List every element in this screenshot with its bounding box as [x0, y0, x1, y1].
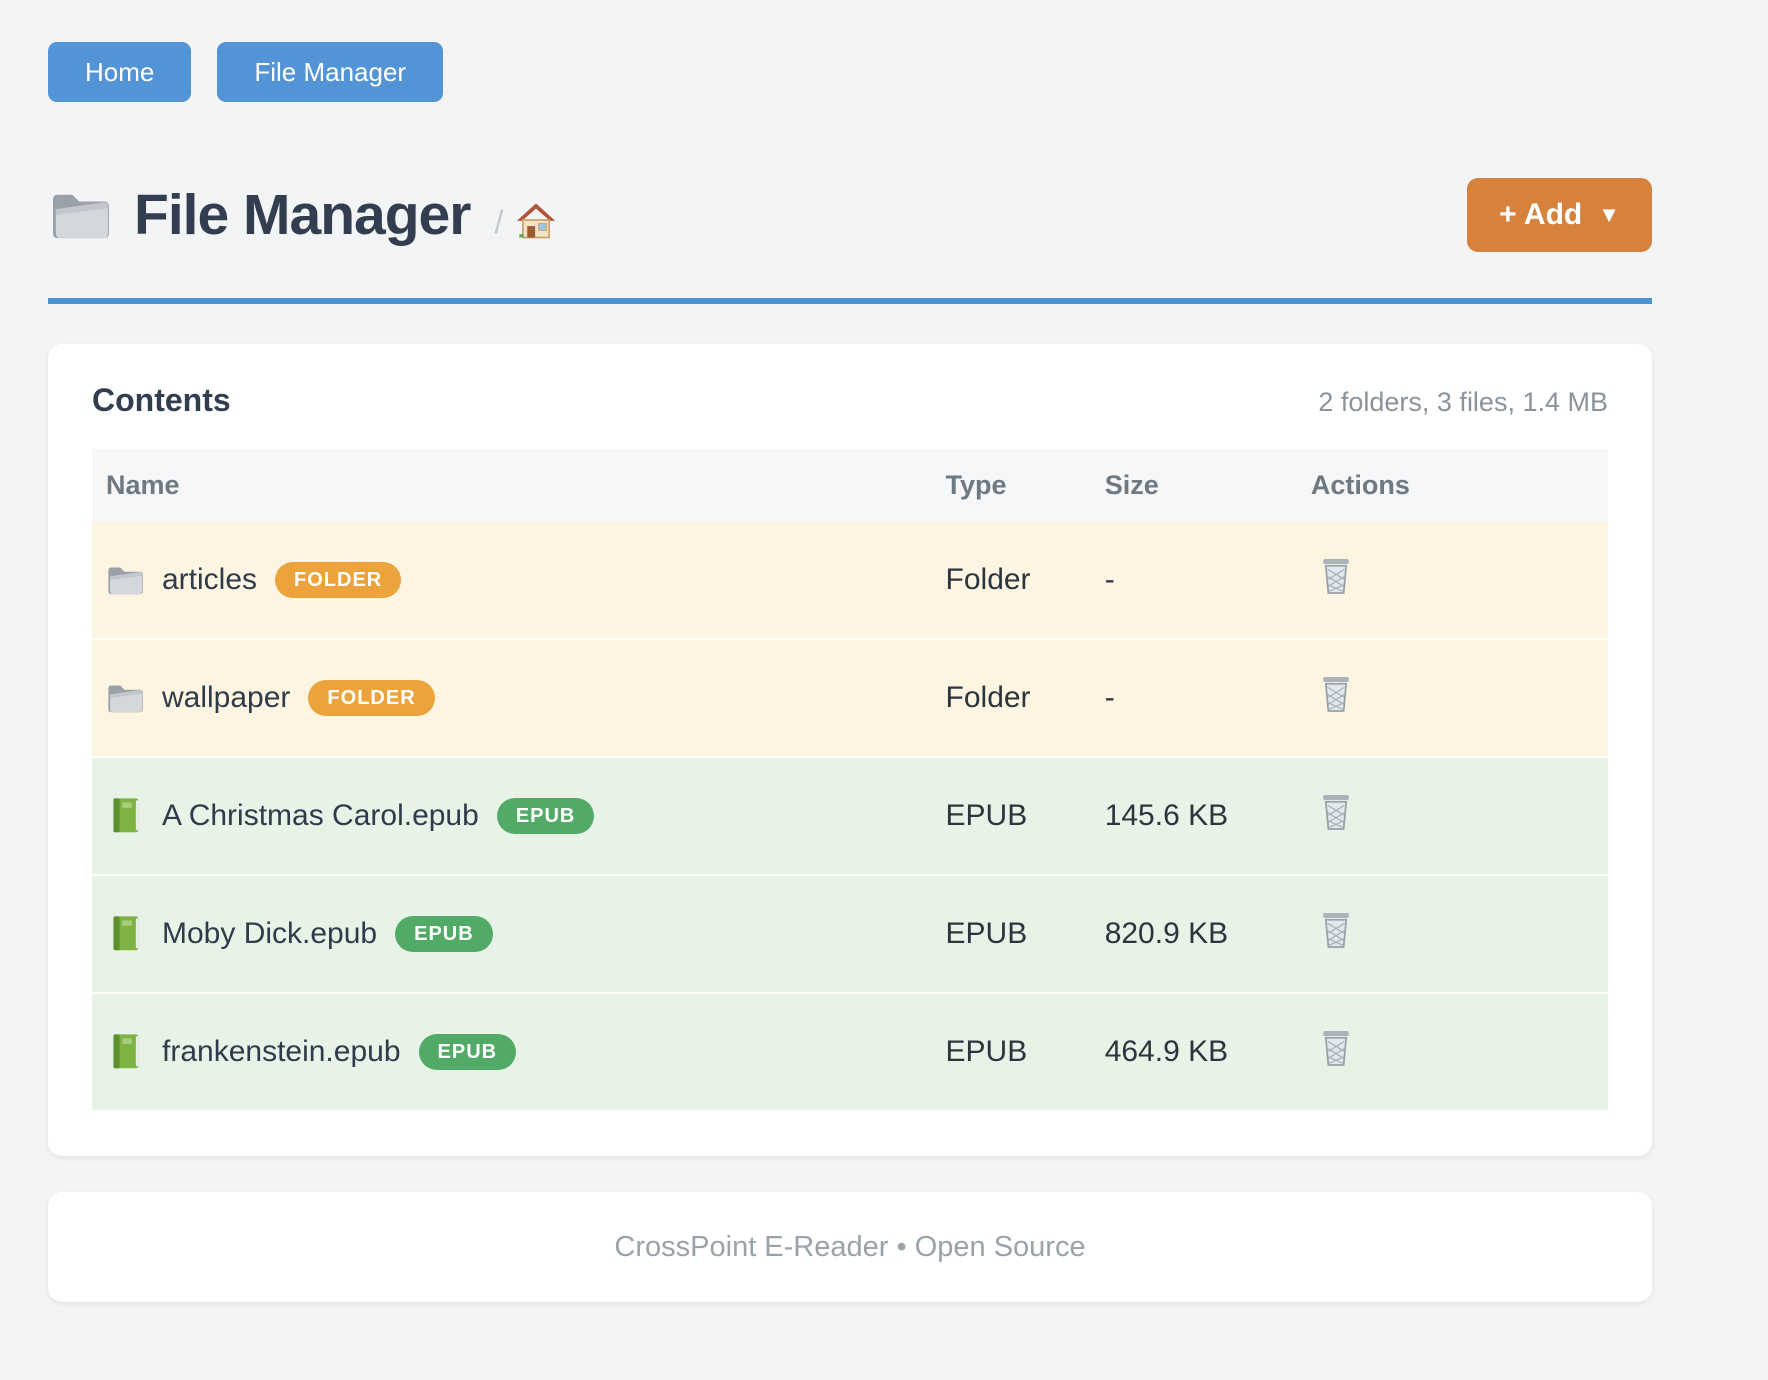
epub-badge: EPUB	[419, 1034, 517, 1070]
book-icon	[106, 1033, 144, 1071]
delete-button[interactable]	[1319, 556, 1353, 596]
file-type: Folder	[946, 522, 1105, 639]
file-size: 145.6 KB	[1105, 757, 1311, 875]
footer-text: CrossPoint E-Reader • Open Source	[614, 1231, 1085, 1264]
column-header-actions: Actions	[1311, 449, 1608, 522]
file-type: EPUB	[946, 875, 1105, 993]
contents-card: Contents 2 folders, 3 files, 1.4 MB Name…	[48, 344, 1652, 1156]
trash-icon	[1319, 556, 1353, 596]
column-header-type: Type	[946, 449, 1105, 522]
epub-badge: EPUB	[497, 798, 595, 834]
add-button[interactable]: + Add ▼	[1467, 178, 1652, 252]
delete-button[interactable]	[1319, 674, 1353, 714]
file-size: 820.9 KB	[1105, 875, 1311, 993]
contents-summary: 2 folders, 3 files, 1.4 MB	[1318, 387, 1608, 418]
page-title: File Manager	[134, 182, 470, 248]
delete-button[interactable]	[1319, 1028, 1353, 1068]
top-nav: Home File Manager	[48, 42, 1652, 102]
file-type: EPUB	[946, 757, 1105, 875]
file-table: Name Type Size Actions articles FOLDER F…	[92, 449, 1608, 1110]
page-header: File Manager / + Add ▼	[48, 178, 1652, 252]
table-header-row: Name Type Size Actions	[92, 449, 1608, 522]
folder-icon	[106, 561, 144, 599]
folder-icon	[106, 679, 144, 717]
file-size: 464.9 KB	[1105, 993, 1311, 1110]
trash-icon	[1319, 1028, 1353, 1068]
table-row: articles FOLDER Folder -	[92, 522, 1608, 639]
title-group: File Manager /	[48, 182, 557, 248]
book-icon	[106, 915, 144, 953]
file-name[interactable]: A Christmas Carol.epub	[162, 799, 479, 833]
table-row: wallpaper FOLDER Folder -	[92, 639, 1608, 757]
table-row: A Christmas Carol.epub EPUB EPUB 145.6 K…	[92, 757, 1608, 875]
file-name[interactable]: Moby Dick.epub	[162, 917, 377, 951]
table-row: frankenstein.epub EPUB EPUB 464.9 KB	[92, 993, 1608, 1110]
delete-button[interactable]	[1319, 792, 1353, 832]
contents-heading: Contents	[92, 382, 231, 419]
file-size: -	[1105, 522, 1311, 639]
column-header-name: Name	[92, 449, 946, 522]
trash-icon	[1319, 792, 1353, 832]
file-name[interactable]: articles	[162, 563, 257, 597]
page: Home File Manager File Manager / + Add ▼…	[48, 0, 1652, 1302]
trash-icon	[1319, 910, 1353, 950]
home-button[interactable]: Home	[48, 42, 191, 102]
contents-card-header: Contents 2 folders, 3 files, 1.4 MB	[92, 382, 1608, 419]
book-icon	[106, 797, 144, 835]
trash-icon	[1319, 674, 1353, 714]
file-manager-button[interactable]: File Manager	[217, 42, 443, 102]
file-type: Folder	[946, 639, 1105, 757]
home-icon[interactable]	[515, 199, 557, 241]
delete-button[interactable]	[1319, 910, 1353, 950]
folder-badge: FOLDER	[308, 680, 434, 716]
table-row: Moby Dick.epub EPUB EPUB 820.9 KB	[92, 875, 1608, 993]
file-name[interactable]: wallpaper	[162, 681, 290, 715]
folder-icon	[48, 188, 112, 242]
file-name[interactable]: frankenstein.epub	[162, 1035, 401, 1069]
file-type: EPUB	[946, 993, 1105, 1110]
folder-badge: FOLDER	[275, 562, 401, 598]
epub-badge: EPUB	[395, 916, 493, 952]
file-size: -	[1105, 639, 1311, 757]
title-divider	[48, 298, 1652, 304]
caret-down-icon: ▼	[1598, 204, 1620, 226]
column-header-size: Size	[1105, 449, 1311, 522]
breadcrumb-separator: /	[494, 204, 503, 241]
add-button-label: + Add	[1499, 200, 1582, 230]
footer-card: CrossPoint E-Reader • Open Source	[48, 1192, 1652, 1302]
